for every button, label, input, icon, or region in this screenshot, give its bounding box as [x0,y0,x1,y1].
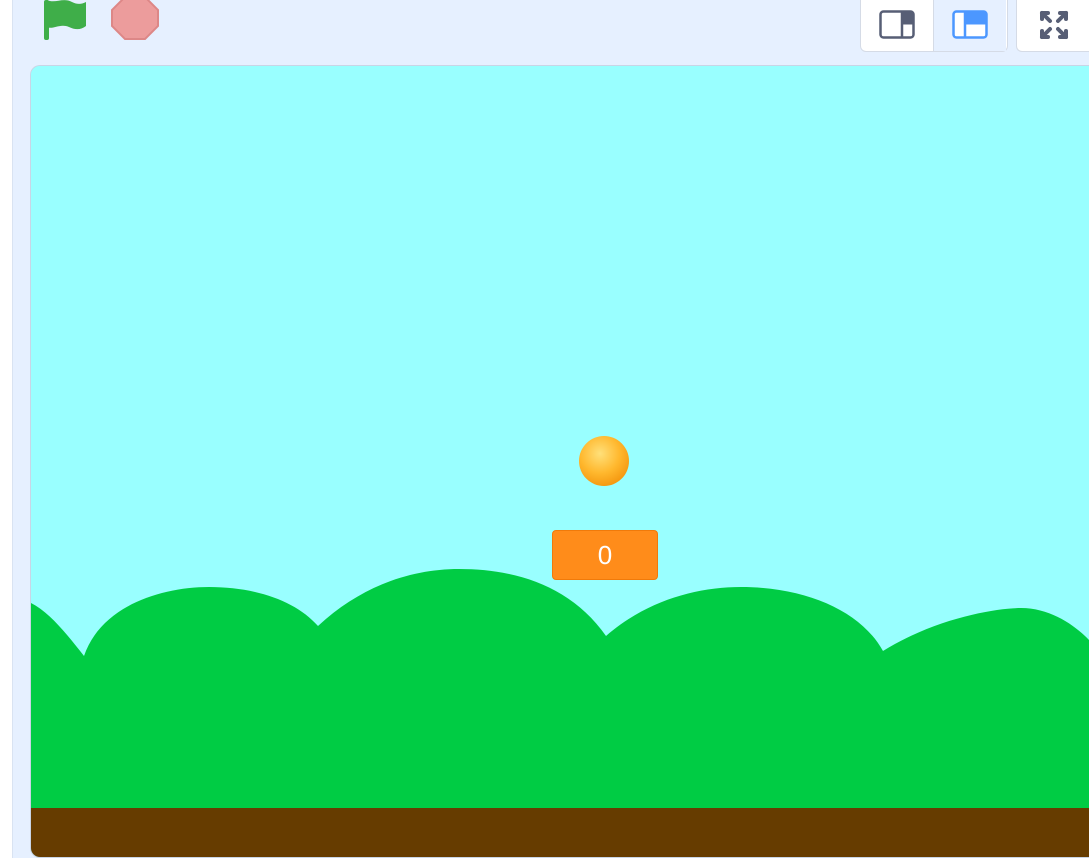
small-stage-button[interactable] [861,0,933,51]
stage-size-toggle [860,0,1008,52]
brown-ground [31,808,1089,857]
editor-left-panel-edge [0,0,13,858]
green-flag-icon [44,0,86,40]
small-stage-icon [879,9,915,39]
stop-button[interactable] [108,0,162,42]
stage-canvas[interactable]: 0 [30,65,1089,858]
fullscreen-icon [1039,10,1068,39]
score-monitor: 0 [552,530,658,580]
normal-stage-icon [952,9,988,39]
score-value: 0 [597,540,613,570]
green-flag-button[interactable] [38,0,90,42]
ball-sprite[interactable] [579,436,629,486]
stop-sign-icon [111,0,159,40]
fullscreen-button[interactable] [1016,0,1089,52]
normal-stage-button[interactable] [933,0,1006,51]
stage-scene [31,66,1089,857]
